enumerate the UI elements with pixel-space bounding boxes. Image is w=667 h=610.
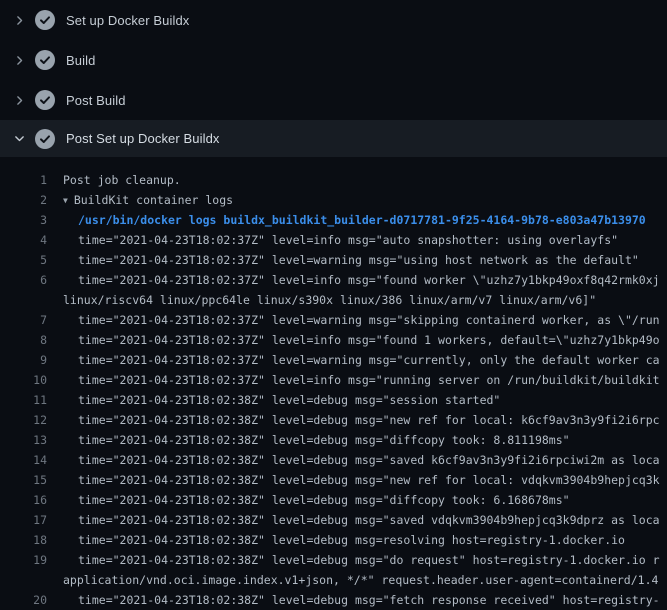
log-line-number[interactable]: 15 <box>0 470 47 490</box>
log-line-text: time="2021-04-23T18:02:38Z" level=debug … <box>78 493 570 507</box>
log-line-number[interactable]: 20 <box>0 590 47 610</box>
check-circle-icon <box>35 10 55 30</box>
actions-log-viewer: Set up Docker Buildx Build Post Build <box>0 0 667 610</box>
log-line-number[interactable]: 17 <box>0 510 47 530</box>
log-line-number[interactable]: 10 <box>0 370 47 390</box>
log-row: 16 time="2021-04-23T18:02:38Z" level=deb… <box>0 490 667 510</box>
log-line-text: time="2021-04-23T18:02:38Z" level=debug … <box>78 553 660 567</box>
log-row: 20 time="2021-04-23T18:02:38Z" level=deb… <box>0 590 667 610</box>
log-row: 14 time="2021-04-23T18:02:38Z" level=deb… <box>0 450 667 470</box>
log-line-text: time="2021-04-23T18:02:38Z" level=debug … <box>78 433 570 447</box>
step-row-1[interactable]: Build <box>0 40 667 80</box>
log-line-number[interactable]: 7 <box>0 310 47 330</box>
step-label: Build <box>66 53 95 68</box>
log-line-text: Post job cleanup. <box>63 173 181 187</box>
log-line-text: time="2021-04-23T18:02:37Z" level=warnin… <box>78 313 660 327</box>
log-line-text: application/vnd.oci.image.index.v1+json,… <box>63 573 658 587</box>
log-area: 1 Post job cleanup. 2 ▼ BuildKit containe… <box>0 157 667 610</box>
log-line-number[interactable]: 19 <box>0 550 47 570</box>
log-line-number[interactable]: 13 <box>0 430 47 450</box>
step-row-2[interactable]: Post Build <box>0 80 667 120</box>
log-line-number[interactable]: 11 <box>0 390 47 410</box>
log-row: 19 time="2021-04-23T18:02:38Z" level=deb… <box>0 550 667 570</box>
log-row: 13 time="2021-04-23T18:02:38Z" level=deb… <box>0 430 667 450</box>
log-line-number[interactable]: 1 <box>0 170 47 190</box>
step-row-3[interactable]: Post Set up Docker Buildx <box>0 120 667 157</box>
log-line-text: /usr/bin/docker logs buildx_buildkit_bui… <box>78 213 646 227</box>
log-line-number[interactable]: 8 <box>0 330 47 350</box>
step-row-0[interactable]: Set up Docker Buildx <box>0 0 667 40</box>
log-line-text: time="2021-04-23T18:02:38Z" level=debug … <box>78 513 660 527</box>
step-label: Post Build <box>66 93 126 108</box>
chevron-right-icon[interactable] <box>12 93 26 107</box>
log-line-text: time="2021-04-23T18:02:38Z" level=debug … <box>78 453 660 467</box>
log-line-number[interactable]: 3 <box>0 210 47 230</box>
log-line-text: time="2021-04-23T18:02:37Z" level=warnin… <box>78 253 639 267</box>
log-line-number[interactable]: 9 <box>0 350 47 370</box>
steps-list: Set up Docker Buildx Build Post Build <box>0 0 667 157</box>
log-row: 18 time="2021-04-23T18:02:38Z" level=deb… <box>0 530 667 550</box>
log-line-number[interactable]: 2 <box>0 190 47 210</box>
log-row: 4 time="2021-04-23T18:02:37Z" level=info… <box>0 230 667 250</box>
log-line-text: time="2021-04-23T18:02:38Z" level=debug … <box>78 393 500 407</box>
log-line-text: time="2021-04-23T18:02:38Z" level=debug … <box>78 533 625 547</box>
log-row: 9 time="2021-04-23T18:02:37Z" level=warn… <box>0 350 667 370</box>
log-row: 6 time="2021-04-23T18:02:37Z" level=info… <box>0 270 667 290</box>
step-label: Set up Docker Buildx <box>66 13 189 28</box>
log-row: 3 /usr/bin/docker logs buildx_buildkit_b… <box>0 210 667 230</box>
log-line-number[interactable]: 4 <box>0 230 47 250</box>
log-row: 15 time="2021-04-23T18:02:38Z" level=deb… <box>0 470 667 490</box>
log-line-text: time="2021-04-23T18:02:38Z" level=debug … <box>78 593 660 607</box>
chevron-right-icon[interactable] <box>12 13 26 27</box>
log-line-number[interactable]: 6 <box>0 270 47 290</box>
log-line-number[interactable]: 16 <box>0 490 47 510</box>
log-row: 2 ▼ BuildKit container logs <box>0 190 667 210</box>
log-row: linux/riscv64 linux/ppc64le linux/s390x … <box>0 290 667 310</box>
log-line-number <box>0 290 47 310</box>
log-row: 5 time="2021-04-23T18:02:37Z" level=warn… <box>0 250 667 270</box>
log-line-text: time="2021-04-23T18:02:37Z" level=info m… <box>78 333 660 347</box>
log-row: 8 time="2021-04-23T18:02:37Z" level=info… <box>0 330 667 350</box>
check-circle-icon <box>35 90 55 110</box>
log-row: 12 time="2021-04-23T18:02:38Z" level=deb… <box>0 410 667 430</box>
log-line-text: time="2021-04-23T18:02:38Z" level=debug … <box>78 473 660 487</box>
log-row: application/vnd.oci.image.index.v1+json,… <box>0 570 667 590</box>
log-row: 11 time="2021-04-23T18:02:38Z" level=deb… <box>0 390 667 410</box>
log-line-text: time="2021-04-23T18:02:37Z" level=info m… <box>78 273 660 287</box>
log-line-text: time="2021-04-23T18:02:37Z" level=warnin… <box>78 353 660 367</box>
log-row: 10 time="2021-04-23T18:02:37Z" level=inf… <box>0 370 667 390</box>
chevron-right-icon[interactable] <box>12 53 26 67</box>
check-circle-icon <box>35 129 55 149</box>
log-line-number[interactable]: 12 <box>0 410 47 430</box>
log-row: 17 time="2021-04-23T18:02:38Z" level=deb… <box>0 510 667 530</box>
log-line-text: time="2021-04-23T18:02:37Z" level=info m… <box>78 373 660 387</box>
log-line-number[interactable]: 5 <box>0 250 47 270</box>
log-line-number <box>0 570 47 590</box>
log-line-text: linux/riscv64 linux/ppc64le linux/s390x … <box>63 293 596 307</box>
log-row: 1 Post job cleanup. <box>0 170 667 190</box>
log-line-number[interactable]: 18 <box>0 530 47 550</box>
step-label: Post Set up Docker Buildx <box>66 131 220 146</box>
log-line-text: time="2021-04-23T18:02:37Z" level=info m… <box>78 233 618 247</box>
chevron-down-icon[interactable] <box>12 132 26 146</box>
log-row: 7 time="2021-04-23T18:02:37Z" level=warn… <box>0 310 667 330</box>
log-line-number[interactable]: 14 <box>0 450 47 470</box>
log-line-text: time="2021-04-23T18:02:38Z" level=debug … <box>78 413 660 427</box>
log-line-text: BuildKit container logs <box>74 193 233 207</box>
check-circle-icon <box>35 50 55 70</box>
log-group-collapse-icon[interactable]: ▼ <box>63 191 68 211</box>
